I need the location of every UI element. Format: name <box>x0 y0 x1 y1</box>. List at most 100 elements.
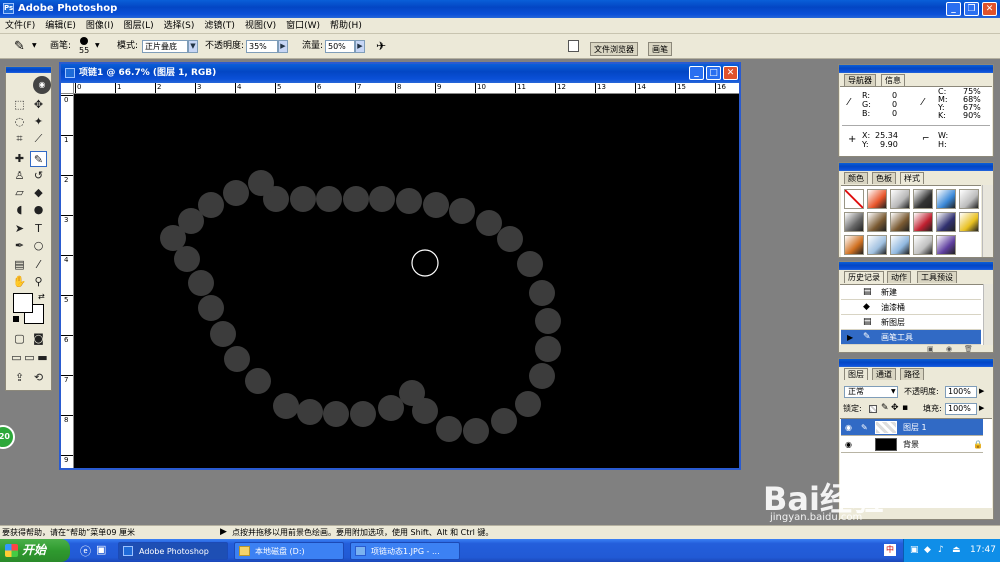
mode-chevron-icon[interactable]: ▼ <box>188 40 198 53</box>
layer-opacity-input[interactable]: 100% <box>945 386 977 398</box>
style-swatch[interactable] <box>913 235 933 255</box>
doc-maximize-icon[interactable]: □ <box>706 66 721 80</box>
visibility-eye-icon[interactable]: ◉ <box>845 419 852 436</box>
quicklaunch-desktop-icon[interactable]: ▣ <box>96 543 106 556</box>
quicklaunch-ie-icon[interactable]: ⓔ <box>80 543 91 559</box>
move-tool-icon[interactable]: ✥ <box>30 97 47 113</box>
eraser-tool-icon[interactable]: ▱ <box>11 185 28 201</box>
doc-minimize-icon[interactable]: _ <box>689 66 704 80</box>
palette-tab-file-browser[interactable]: 文件浏览器 <box>590 42 638 56</box>
restore-icon[interactable]: ❐ <box>964 2 979 16</box>
menu-view[interactable]: 视图(V) <box>240 18 281 34</box>
blur-tool-icon[interactable]: ◖ <box>11 202 28 218</box>
opacity-input[interactable]: 35% <box>246 40 278 53</box>
palette-tab-brushes[interactable]: 画笔 <box>648 42 672 56</box>
style-swatch[interactable] <box>913 189 933 209</box>
swap-colors-icon[interactable]: ⇄ <box>38 292 45 301</box>
screen-mode-full-icon[interactable]: ▬ <box>34 350 51 366</box>
layer-row[interactable]: ◉ 背景 🔒 <box>841 436 983 453</box>
style-swatch[interactable] <box>936 212 956 232</box>
flow-input[interactable]: 50% <box>325 40 355 53</box>
history-item[interactable]: ◆ 油漆桶 <box>841 300 981 315</box>
path-selection-icon[interactable]: ➤ <box>11 221 28 237</box>
quick-mask-icon[interactable]: ◙ <box>30 331 47 347</box>
opacity-arrow-icon[interactable]: ▶ <box>278 40 288 53</box>
tab-history[interactable]: 历史记录 <box>844 271 884 283</box>
green-badge[interactable]: 20 <box>0 425 15 449</box>
blend-mode-select[interactable]: 正常 <box>844 386 898 398</box>
tab-paths[interactable]: 路径 <box>900 368 924 380</box>
mode-select[interactable]: 正片叠底 <box>142 40 188 53</box>
style-swatch[interactable] <box>890 235 910 255</box>
style-swatch[interactable] <box>936 235 956 255</box>
eyedropper-icon[interactable]: ⁄ <box>30 257 47 273</box>
info-panel-grip[interactable] <box>839 65 993 73</box>
history-new-document-icon[interactable]: ▣ <box>927 345 934 353</box>
style-swatch[interactable] <box>867 235 887 255</box>
history-item-selected[interactable]: ▶ ✎ 画笔工具 <box>841 330 981 345</box>
style-swatch[interactable] <box>913 212 933 232</box>
close-icon[interactable]: ✕ <box>982 2 997 16</box>
pen-tool-icon[interactable]: ✒ <box>11 238 28 254</box>
blend-chevron-icon[interactable]: ▼ <box>891 388 896 395</box>
history-snapshot-icon[interactable]: ◉ <box>946 345 952 353</box>
history-item[interactable]: ▤ 新图层 <box>841 315 981 330</box>
flow-arrow-icon[interactable]: ▶ <box>355 40 365 53</box>
brush-picker-chevron-icon[interactable]: ▼ <box>95 42 100 49</box>
styles-panel-grip[interactable] <box>839 163 993 171</box>
history-panel-grip[interactable] <box>839 262 993 270</box>
style-swatch[interactable] <box>844 212 864 232</box>
layer-opacity-arrow-icon[interactable]: ▶ <box>979 387 984 395</box>
style-swatch[interactable] <box>959 189 979 209</box>
tab-swatches[interactable]: 色板 <box>872 172 896 184</box>
style-swatch[interactable] <box>959 212 979 232</box>
toolbox-grip[interactable] <box>6 67 51 73</box>
tab-channels[interactable]: 通道 <box>872 368 896 380</box>
start-button[interactable]: 开始 <box>0 539 70 562</box>
fill-input[interactable]: 100% <box>945 403 977 415</box>
task-explorer[interactable]: 本地磁盘 (D:) <box>234 542 344 560</box>
lock-transparency-icon[interactable] <box>869 405 877 413</box>
magic-wand-icon[interactable]: ✦ <box>30 114 47 130</box>
airbrush-icon[interactable]: ✈ <box>376 39 386 53</box>
task-photoshop[interactable]: Adobe Photoshop <box>118 542 228 560</box>
tray-volume-icon[interactable]: ♪ <box>938 539 944 562</box>
zoom-tool-icon[interactable]: ⚲ <box>30 274 47 290</box>
brush-tool-selected-icon[interactable]: ✎ <box>30 151 47 167</box>
imageready-icon[interactable]: ⟲ <box>30 370 47 386</box>
tab-navigator[interactable]: 导航器 <box>844 74 876 86</box>
layers-panel-grip[interactable] <box>839 359 993 367</box>
adobe-eye-icon[interactable]: ◉ <box>33 76 51 94</box>
style-swatch[interactable] <box>890 212 910 232</box>
type-tool-icon[interactable]: T <box>30 221 47 237</box>
hand-tool-icon[interactable]: ✋ <box>11 274 28 290</box>
style-swatch[interactable] <box>867 212 887 232</box>
foreground-color-swatch[interactable] <box>13 293 33 313</box>
doc-close-icon[interactable]: ✕ <box>723 66 738 80</box>
style-swatch[interactable] <box>844 189 864 209</box>
document-titlebar[interactable]: 项链1 @ 66.7% (图层 1, RGB) <box>61 64 739 83</box>
standard-mode-icon[interactable]: ▢ <box>11 331 28 347</box>
input-method-icon[interactable]: 中 <box>884 544 896 556</box>
lock-pixels-icon[interactable]: ✎ <box>881 403 889 413</box>
history-brush-icon[interactable]: ↺ <box>30 168 47 184</box>
healing-brush-icon[interactable]: ✚ <box>11 151 28 167</box>
clone-stamp-icon[interactable]: ♙ <box>11 168 28 184</box>
marquee-tool-icon[interactable]: ⬚ <box>11 97 28 113</box>
fill-arrow-icon[interactable]: ▶ <box>979 404 984 412</box>
shape-tool-icon[interactable]: ○ <box>30 238 47 254</box>
tab-styles[interactable]: 样式 <box>900 172 924 184</box>
dodge-tool-icon[interactable]: ● <box>30 202 47 218</box>
history-delete-icon[interactable]: 🗑 <box>964 345 973 353</box>
layer-row-selected[interactable]: ◉ ✎ 图层 1 <box>841 419 983 436</box>
brush-tool-icon[interactable]: ✎ <box>14 39 25 54</box>
menu-window[interactable]: 窗口(W) <box>281 18 325 34</box>
lasso-tool-icon[interactable]: ◌ <box>11 114 28 130</box>
lock-all-icon[interactable]: ▪ <box>902 403 908 413</box>
style-swatch[interactable] <box>867 189 887 209</box>
tab-tool-presets[interactable]: 工具预设 <box>917 271 957 283</box>
tab-info[interactable]: 信息 <box>881 74 905 86</box>
tray-security-icon[interactable]: ◆ <box>924 539 931 562</box>
style-swatch[interactable] <box>936 189 956 209</box>
tab-actions[interactable]: 动作 <box>887 271 911 283</box>
